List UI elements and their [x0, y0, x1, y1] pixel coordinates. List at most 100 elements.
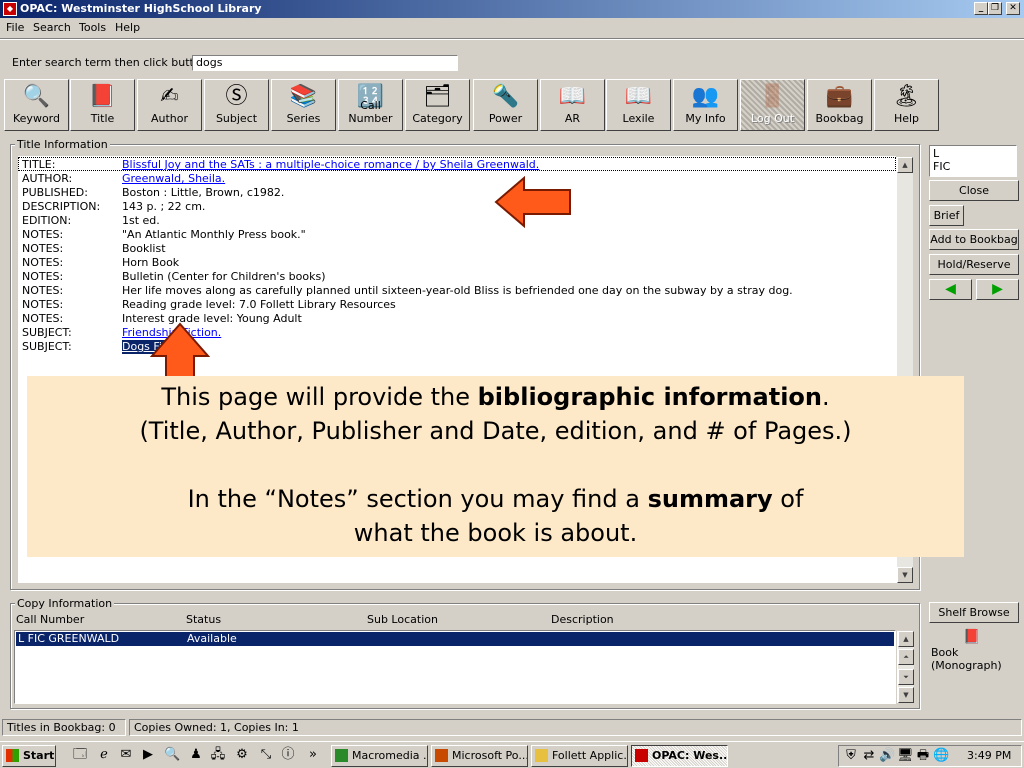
callout-line-2: (Title, Author, Publisher and Date, edit…	[139, 417, 852, 445]
author-icon: ✍	[160, 84, 179, 109]
menu-help[interactable]: Help	[115, 21, 140, 34]
col-call-number[interactable]: Call Number	[16, 613, 84, 626]
bookbag-count: Titles in Bookbag: 0	[2, 719, 126, 736]
shelf-browse-button[interactable]: Shelf Browse	[929, 602, 1019, 623]
messenger-icon[interactable]: ♟	[188, 747, 204, 763]
scroll-page-up-icon[interactable]: ⏶	[898, 649, 914, 665]
opac-icon	[635, 749, 648, 762]
search-icon[interactable]: 🔍	[164, 747, 180, 763]
printer-icon[interactable]: 🖶	[915, 748, 931, 764]
ar-button[interactable]: 📖 AR	[540, 79, 605, 131]
task-follett[interactable]: Follett Applic...	[531, 745, 628, 767]
my-info-button[interactable]: 👥 My Info	[673, 79, 738, 131]
start-button[interactable]: Start	[2, 745, 56, 767]
category-button[interactable]: 🗂 Category	[405, 79, 470, 131]
table-row[interactable]: L FIC GREENWALD Available	[16, 632, 894, 646]
menu-divider	[0, 38, 1024, 40]
windows-logo-icon	[6, 749, 19, 762]
shortcut-icon[interactable]: ⤡	[258, 747, 274, 763]
task-opac[interactable]: OPAC: Wes...	[631, 745, 728, 767]
right-arrow-icon: ▶	[992, 281, 1003, 297]
ar-reader-icon: 📖	[558, 84, 587, 109]
media-player-icon[interactable]: ▶	[140, 747, 156, 763]
search-input[interactable]: dogs	[192, 55, 458, 71]
tool-icon[interactable]: ⚙	[234, 747, 250, 763]
callout-line-4: what the book is about.	[353, 519, 638, 547]
close-window-button[interactable]: ✕	[1006, 2, 1020, 15]
hold-reserve-button[interactable]: Hold/Reserve	[929, 254, 1019, 275]
info-icon[interactable]: ⓘ	[280, 747, 296, 763]
clock[interactable]: 3:49 PM	[967, 749, 1011, 762]
title-button[interactable]: 📕 Title	[70, 79, 135, 131]
shield-icon[interactable]: ⛨	[843, 748, 859, 764]
menu-bar: File Search Tools Help	[0, 18, 1024, 38]
chevron-right-icon[interactable]: »	[305, 747, 321, 763]
brief-button[interactable]: Brief	[929, 205, 964, 226]
book-icon: 📕	[963, 629, 981, 645]
left-arrow-icon: ◀	[945, 281, 956, 297]
menu-file[interactable]: File	[6, 21, 24, 34]
scroll-down-arrow-icon[interactable]: ▼	[898, 687, 914, 703]
author-button[interactable]: ✍ Author	[137, 79, 202, 131]
globe-icon[interactable]: 🌐	[933, 748, 949, 764]
people-icon: 👥	[691, 84, 720, 109]
menu-search[interactable]: Search	[33, 21, 71, 34]
title-link[interactable]: Blissful Joy and the SATs : a multiple-c…	[122, 158, 539, 172]
instruction-callout: This page will provide the bibliographic…	[27, 376, 964, 557]
monitor-icon[interactable]: 🖥	[897, 748, 914, 764]
copy-information-label: Copy Information	[15, 597, 115, 610]
author-link[interactable]: Greenwald, Sheila.	[122, 172, 225, 186]
title-book-icon: 📕	[88, 84, 117, 109]
volume-icon[interactable]: 🔊	[879, 748, 895, 764]
network-tray-icon[interactable]: ⇄	[861, 748, 877, 764]
scroll-up-arrow-icon[interactable]: ▲	[898, 631, 914, 647]
subject-icon: Ⓢ	[225, 84, 248, 109]
lexile-reader-icon: 📖	[624, 84, 653, 109]
window-titlebar[interactable]: ◆ OPAC: Westminster HighSchool Library _…	[0, 0, 1024, 18]
network-icon[interactable]: 🖧	[210, 747, 226, 763]
status-bar: Titles in Bookbag: 0 Copies Owned: 1, Co…	[0, 717, 1024, 739]
internet-explorer-icon[interactable]: ℯ	[96, 747, 112, 763]
power-button[interactable]: 🔦 Power	[473, 79, 538, 131]
callout-line-3: In the “Notes” section you may find a su…	[187, 485, 804, 513]
lexile-button[interactable]: 📖 Lexile	[606, 79, 671, 131]
restore-button[interactable]: ❐	[988, 2, 1002, 15]
call-number-button[interactable]: 🔢 Call Number	[338, 79, 403, 131]
outlook-icon[interactable]: ✉	[118, 747, 134, 763]
copies-count: Copies Owned: 1, Copies In: 1	[129, 719, 1022, 736]
sos-island-icon: 🏝	[892, 84, 921, 109]
call-number-display: L FIC	[929, 145, 1017, 177]
left-arrow-annotation	[494, 176, 571, 228]
close-button[interactable]: Close	[929, 180, 1019, 201]
folder-icon	[535, 749, 548, 762]
task-powerpoint[interactable]: Microsoft Po...	[431, 745, 528, 767]
scroll-up-arrow-icon[interactable]: ▲	[897, 157, 913, 173]
minimize-button[interactable]: _	[974, 2, 988, 15]
bookbag-button[interactable]: 💼 Bookbag	[807, 79, 872, 131]
keyword-button[interactable]: 🔍 Keyword	[4, 79, 69, 131]
previous-record-button[interactable]: ◀	[929, 279, 972, 300]
log-out-button[interactable]: 🚪 Log Out	[740, 79, 805, 131]
subject-button[interactable]: Ⓢ Subject	[204, 79, 269, 131]
next-record-button[interactable]: ▶	[976, 279, 1019, 300]
app-icon: ◆	[3, 2, 17, 16]
power-search-icon: 🔦	[491, 84, 520, 109]
bookbag-icon: 💼	[825, 84, 854, 109]
add-to-bookbag-button[interactable]: Add to Bookbag	[929, 229, 1019, 250]
format-label: Book (Monograph)	[931, 646, 1002, 672]
desktop-icon[interactable]: 🗔	[72, 747, 88, 763]
col-description[interactable]: Description	[551, 613, 614, 626]
help-button[interactable]: 🏝 Help	[874, 79, 939, 131]
scroll-down-arrow-icon[interactable]: ▼	[897, 567, 913, 583]
col-status[interactable]: Status	[186, 613, 221, 626]
taskbar: Start 🗔 ℯ ✉ ▶ 🔍 ♟ 🖧 ⚙ ⤡ ⓘ » Macromedia .…	[0, 741, 1024, 768]
scroll-page-down-icon[interactable]: ⏷	[898, 669, 914, 685]
series-button[interactable]: 📚 Series	[271, 79, 336, 131]
window-title: OPAC: Westminster HighSchool Library	[20, 2, 262, 15]
menu-tools[interactable]: Tools	[79, 21, 106, 34]
task-macromedia[interactable]: Macromedia ...	[331, 745, 428, 767]
log-out-icon: 🚪	[758, 84, 787, 109]
copy-scrollbar[interactable]: ▲ ⏶ ⏷ ▼	[897, 631, 914, 703]
col-sub-location[interactable]: Sub Location	[367, 613, 438, 626]
magnifier-icon: 🔍	[22, 84, 51, 109]
